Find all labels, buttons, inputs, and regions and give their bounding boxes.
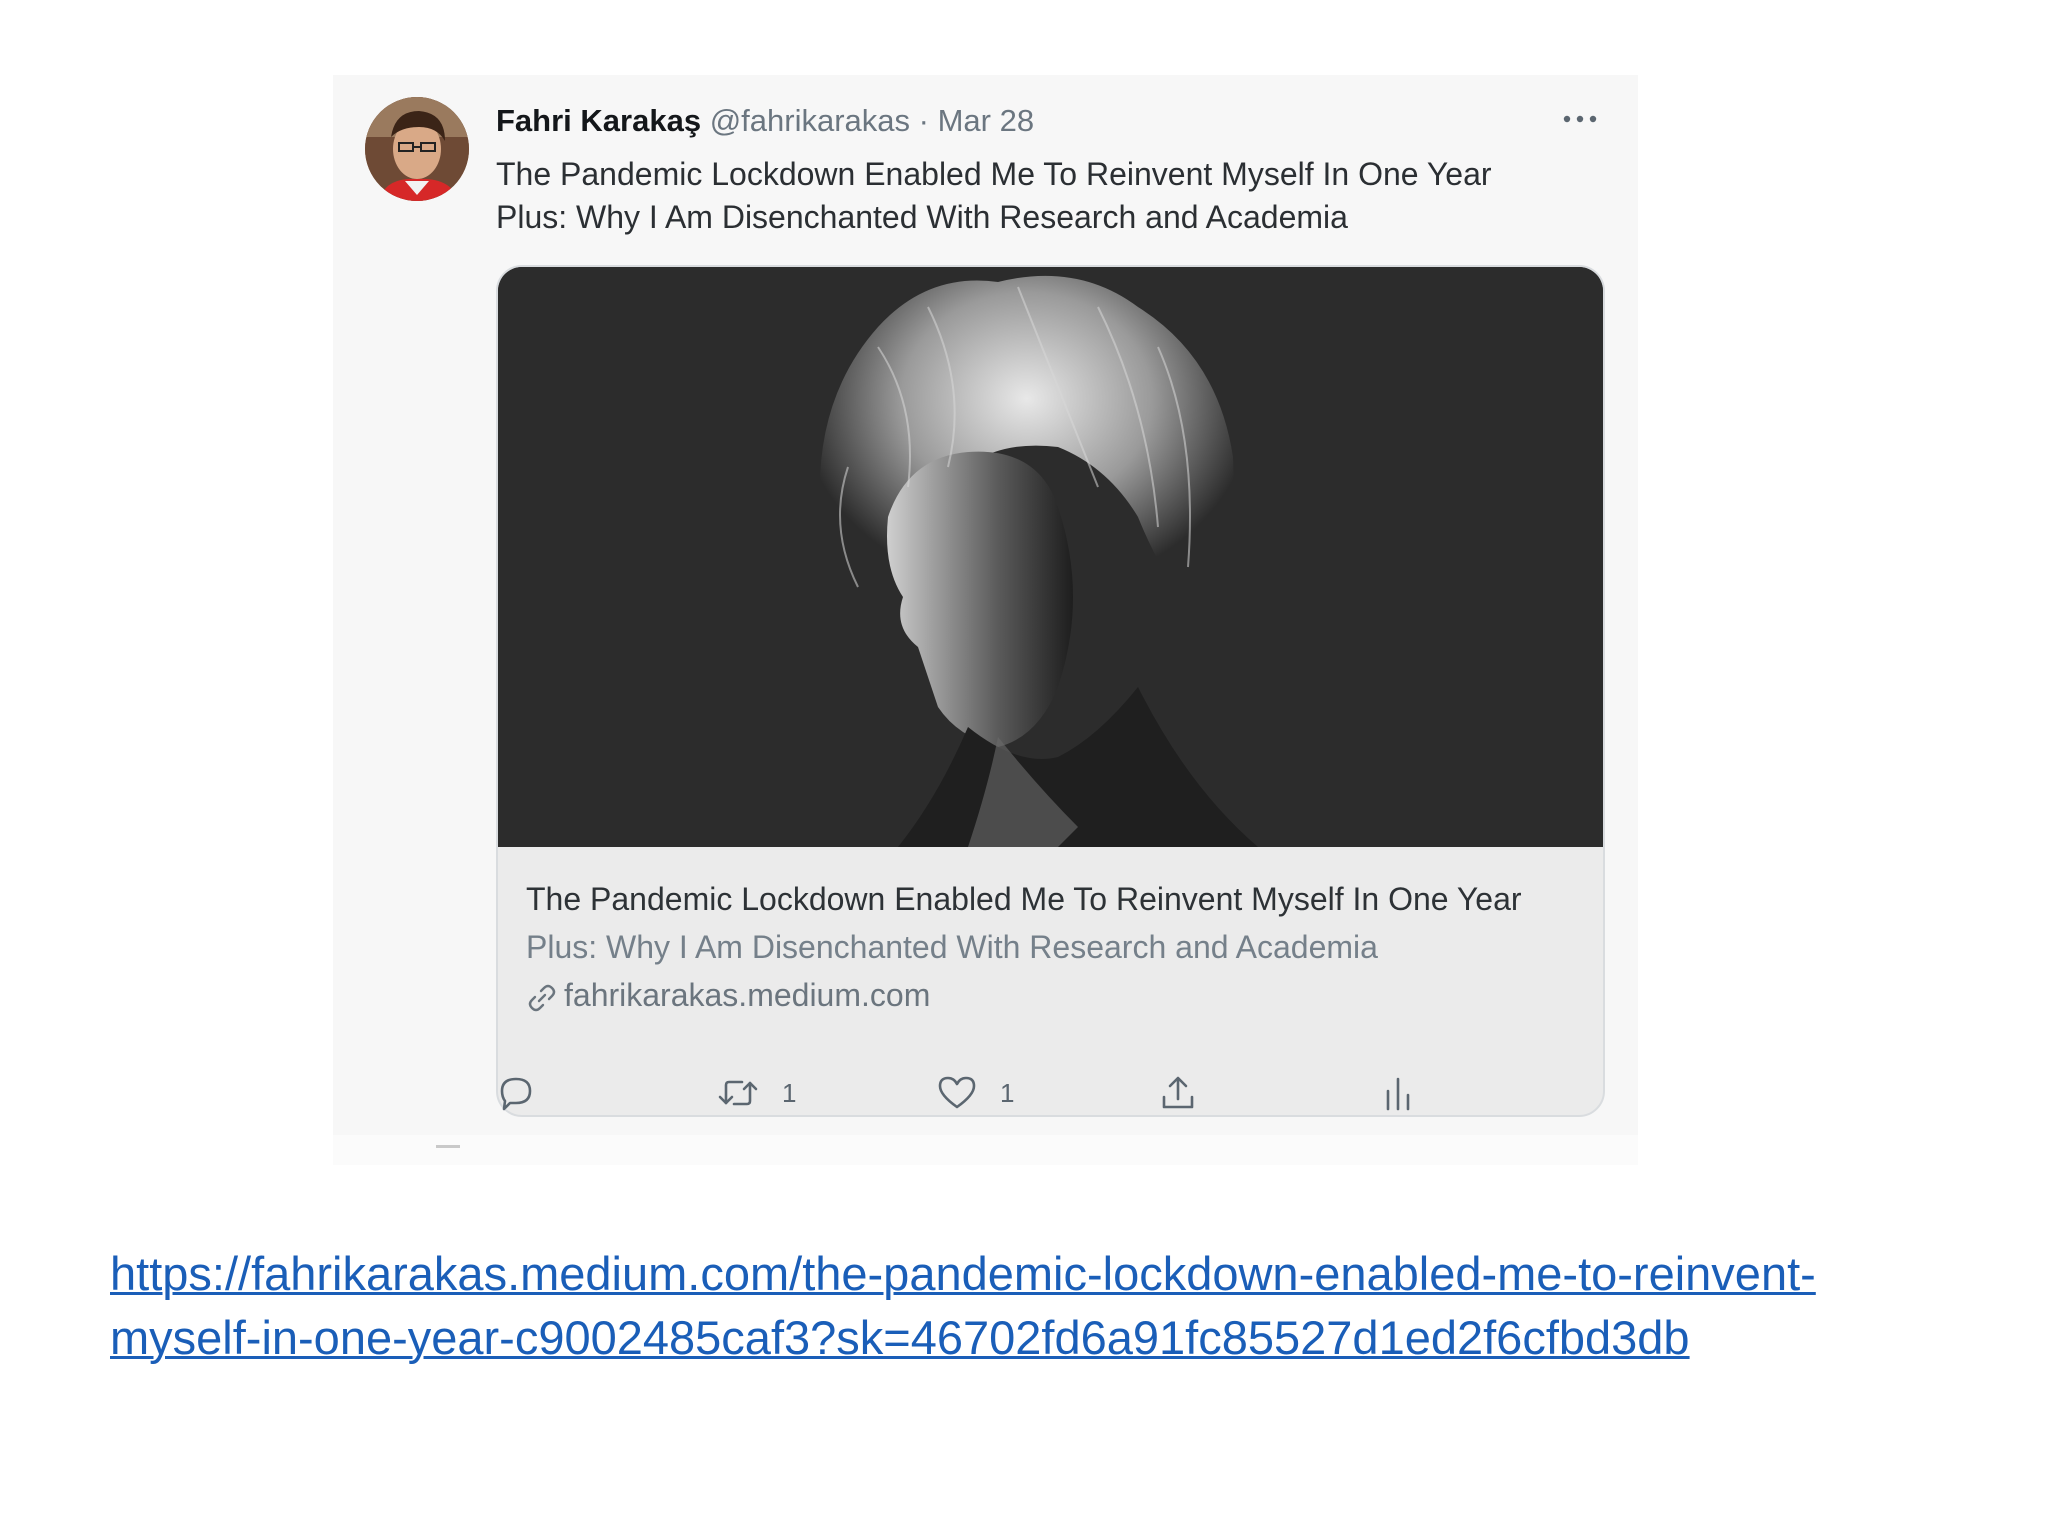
article-url-link[interactable]: https://fahrikarakas.medium.com/the-pand…	[110, 1242, 2010, 1370]
tweet-header: Fahri Karakaş @fahrikarakas · Mar 28	[496, 103, 1034, 139]
article-url-line[interactable]: myself-in-one-year-c9002485caf3?sk=46702…	[110, 1306, 2010, 1370]
tweet-actions: 1 1	[496, 1065, 1601, 1121]
link-icon	[526, 979, 558, 1012]
tweet-divider	[333, 1135, 1638, 1165]
card-body[interactable]: The Pandemic Lockdown Enabled Me To Rein…	[526, 875, 1586, 1019]
separator-dot: ·	[918, 103, 929, 138]
more-horizontal-icon[interactable]	[1561, 99, 1601, 138]
article-url-line[interactable]: https://fahrikarakas.medium.com/the-pand…	[110, 1242, 2010, 1306]
tweet-text: The Pandemic Lockdown Enabled Me To Rein…	[496, 153, 1546, 239]
retweet-icon	[716, 1073, 760, 1113]
card-image[interactable]	[498, 267, 1603, 847]
reply-button[interactable]	[496, 1065, 536, 1121]
card-domain[interactable]: fahrikarakas.medium.com	[526, 971, 1586, 1019]
like-button[interactable]: 1	[936, 1065, 1014, 1121]
tweet-date[interactable]: Mar 28	[938, 103, 1034, 138]
divider-mark	[436, 1145, 460, 1148]
tweet-card[interactable]: Fahri Karakaş @fahrikarakas · Mar 28 The…	[333, 75, 1638, 1135]
tweet-text-line: The Pandemic Lockdown Enabled Me To Rein…	[496, 156, 1492, 192]
share-button[interactable]	[1158, 1065, 1198, 1121]
retweet-button[interactable]: 1	[716, 1065, 796, 1121]
card-description: Plus: Why I Am Disenchanted With Researc…	[526, 929, 1378, 965]
avatar[interactable]	[365, 97, 469, 201]
link-preview-card[interactable]: The Pandemic Lockdown Enabled Me To Rein…	[496, 265, 1605, 1117]
like-count: 1	[1000, 1077, 1015, 1108]
analytics-button[interactable]	[1380, 1065, 1416, 1121]
card-title[interactable]: The Pandemic Lockdown Enabled Me To Rein…	[526, 875, 1586, 923]
retweet-count: 1	[782, 1077, 797, 1108]
author-name[interactable]: Fahri Karakaş	[496, 103, 701, 138]
tweet-text-line: Plus: Why I Am Disenchanted With Researc…	[496, 199, 1348, 235]
heart-icon	[936, 1073, 978, 1113]
card-domain-text: fahrikarakas.medium.com	[564, 977, 931, 1013]
reply-icon	[496, 1073, 536, 1113]
analytics-icon	[1380, 1073, 1416, 1113]
author-handle[interactable]: @fahrikarakas	[710, 103, 910, 138]
share-icon	[1158, 1073, 1198, 1113]
